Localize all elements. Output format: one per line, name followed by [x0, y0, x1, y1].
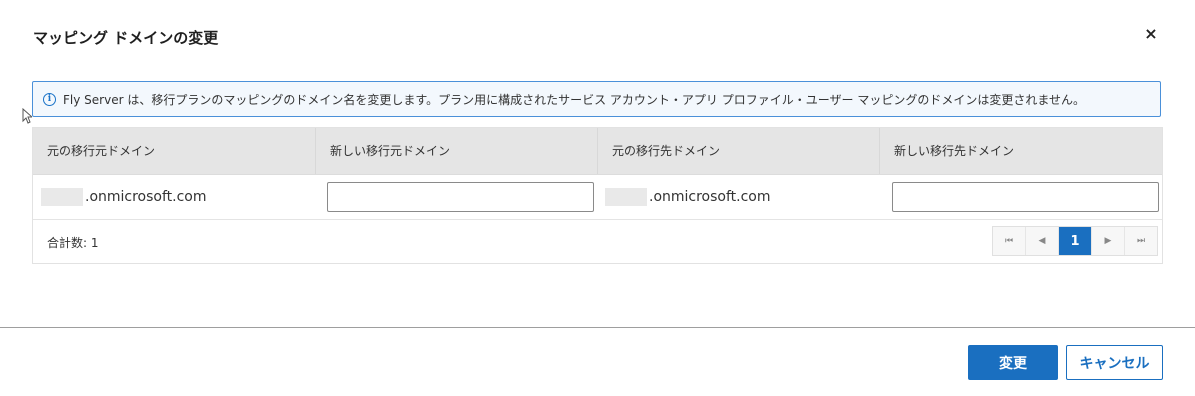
last-page-button[interactable]: ⏭: [1125, 227, 1157, 255]
header-new-destination-domain: 新しい移行先ドメイン: [894, 144, 1015, 158]
info-banner: i Fly Server は、移行プランのマッピングのドメイン名を変更します。プ…: [32, 81, 1161, 117]
grid-header: 元の移行元ドメイン 新しい移行元ドメイン 元の移行先ドメイン 新しい移行先ドメイ…: [33, 128, 1162, 175]
header-new-source-domain: 新しい移行元ドメイン: [316, 128, 598, 174]
redacted-block: [41, 187, 83, 206]
redacted-block: [605, 187, 647, 206]
change-button[interactable]: 変更: [968, 345, 1058, 380]
footer-divider: [0, 327, 1195, 328]
new-source-domain-cell: [327, 174, 594, 219]
info-text: Fly Server は、移行プランのマッピングのドメイン名を変更します。プラン…: [63, 92, 1085, 107]
new-destination-domain-input[interactable]: [892, 181, 1159, 212]
close-icon[interactable]: ×: [1143, 26, 1159, 42]
destination-domain-cell: .onmicrosoft.com: [605, 174, 771, 219]
header-original-destination-domain: 元の移行先ドメイン: [598, 128, 880, 174]
new-source-domain-input[interactable]: [327, 181, 594, 212]
first-page-button[interactable]: ⏮: [993, 227, 1026, 255]
pagination: ⏮ ◀ 1 ▶ ⏭: [992, 226, 1158, 256]
header-original-source-domain: 元の移行元ドメイン: [33, 128, 316, 174]
mouse-cursor-icon: [22, 108, 32, 124]
next-page-button[interactable]: ▶: [1092, 227, 1125, 255]
cancel-button[interactable]: キャンセル: [1066, 345, 1163, 380]
total-count: 合計数: 1: [47, 236, 99, 250]
table-row: .onmicrosoft.com .onmicrosoft.com: [33, 174, 1162, 220]
domain-grid: 元の移行元ドメイン 新しい移行元ドメイン 元の移行先ドメイン 新しい移行先ドメイ…: [32, 127, 1163, 264]
new-destination-domain-cell: [892, 174, 1159, 219]
source-domain-text: .onmicrosoft.com: [85, 188, 207, 205]
page-1-button[interactable]: 1: [1059, 227, 1092, 255]
destination-domain-text: .onmicrosoft.com: [649, 188, 771, 205]
dialog-title: マッピング ドメインの変更: [33, 29, 219, 47]
source-domain-cell: .onmicrosoft.com: [41, 174, 207, 219]
prev-page-button[interactable]: ◀: [1026, 227, 1059, 255]
info-icon: i: [43, 92, 56, 106]
